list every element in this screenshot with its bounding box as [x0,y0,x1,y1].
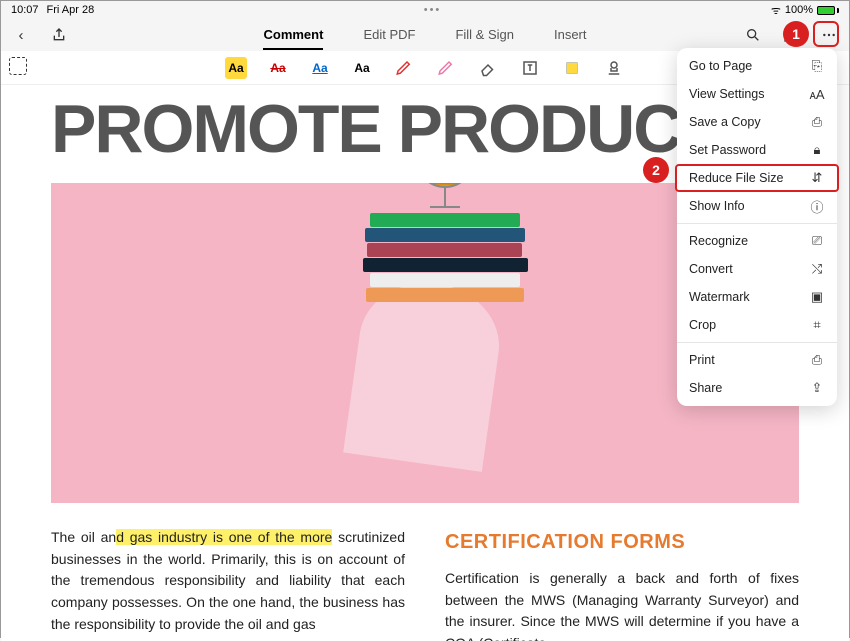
save-icon: ⎙ [809,114,825,130]
pen-red-icon[interactable] [393,57,415,79]
search-icon[interactable] [743,25,763,45]
overflow-menu: Go to Page⎘ View SettingsᴀA Save a Copy⎙… [677,48,837,406]
menu-set-password[interactable]: Set Password🔒︎ [677,136,837,164]
share-out-icon: ⇪ [809,380,825,396]
menu-show-info[interactable]: Show Infoⓘ [677,192,837,220]
status-bar: 10:07 Fri Apr 28 ••• ᯤ 100% [1,1,849,19]
tab-fill-sign[interactable]: Fill & Sign [455,21,514,50]
text-style-icon[interactable]: Aa [351,57,373,79]
back-icon[interactable]: ‹ [11,25,31,45]
menu-print[interactable]: Print⎙ [677,346,837,374]
menu-crop[interactable]: Crop⌗ [677,311,837,339]
menu-recognize[interactable]: Recognize⎚ [677,227,837,255]
underline-icon[interactable]: Aa [309,57,331,79]
menu-watermark[interactable]: Watermark▣ [677,283,837,311]
info-icon: ⓘ [809,197,825,216]
callout-highlight-box [813,21,839,47]
compress-icon: ⇵ [809,170,825,186]
body-text-left: The oil and gas industry is one of the m… [51,527,405,641]
note-icon[interactable] [561,57,583,79]
stamp-icon[interactable] [603,57,625,79]
battery-percent: 100% [785,4,813,16]
lock-icon: 🔒︎ [809,142,825,158]
text-size-icon: ᴀA [809,87,825,102]
menu-reduce-file-size[interactable]: Reduce File Size⇵ [675,164,839,192]
watermark-icon: ▣ [809,289,825,305]
callout-badge-2: 2 [643,157,669,183]
menu-go-to-page[interactable]: Go to Page⎘ [677,52,837,80]
menu-separator [677,223,837,224]
highlight-yellow-icon[interactable]: Aa [225,57,247,79]
convert-icon: ⤭ [809,261,825,277]
menu-separator [677,342,837,343]
selection-tool-icon[interactable] [9,57,27,75]
textbox-icon[interactable] [519,57,541,79]
battery-icon [817,6,839,15]
app-toolbar: ‹ Comment Edit PDF Fill & Sign Insert [1,19,849,51]
section-heading: CERTIFICATION FORMS [445,527,799,558]
menu-view-settings[interactable]: View SettingsᴀA [677,80,837,108]
tab-comment[interactable]: Comment [263,21,323,50]
callout-badge-1: 1 [783,21,809,47]
tab-insert[interactable]: Insert [554,21,587,50]
tab-edit-pdf[interactable]: Edit PDF [363,21,415,50]
strikethrough-icon[interactable]: Aa [267,57,289,79]
wifi-icon: ᯤ [771,3,781,18]
share-icon[interactable] [49,25,69,45]
status-date: Fri Apr 28 [47,4,95,16]
pen-pink-icon[interactable] [435,57,457,79]
menu-convert[interactable]: Convert⤭ [677,255,837,283]
system-dots-icon: ••• [413,4,453,16]
page-icon: ⎘ [809,58,825,74]
status-time: 10:07 [11,4,39,16]
crop-icon: ⌗ [809,317,825,333]
highlighted-text: d gas industry is one of the more [116,529,332,545]
print-icon: ⎙ [809,352,825,368]
body-text-right: CERTIFICATION FORMS Certification is gen… [445,527,799,641]
eraser-icon[interactable] [477,57,499,79]
menu-share[interactable]: Share⇪ [677,374,837,402]
scan-icon: ⎚ [809,233,825,249]
menu-save-copy[interactable]: Save a Copy⎙ [677,108,837,136]
